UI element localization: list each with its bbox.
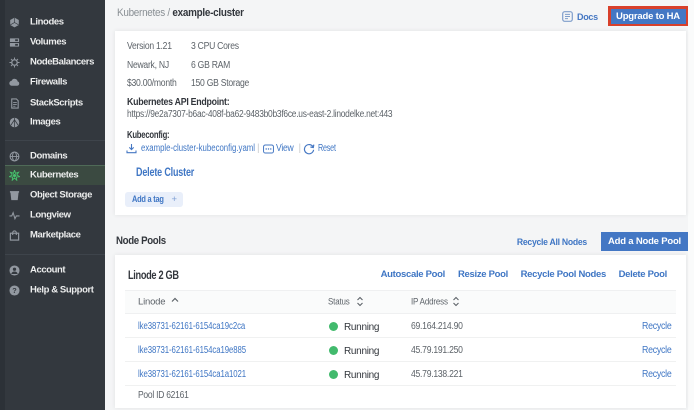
svg-text:?: ?: [12, 286, 17, 295]
